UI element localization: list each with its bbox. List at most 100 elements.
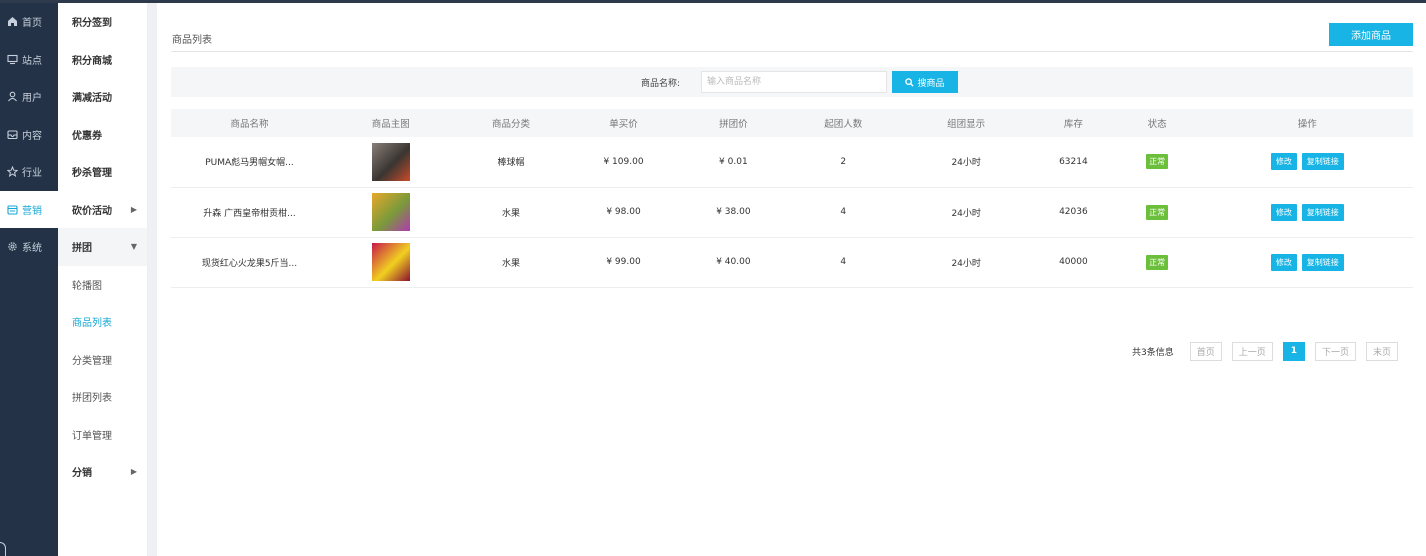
product-name: 现货红心火龙果5斤当... [201, 258, 298, 269]
single-price: ¥ 98.00 [606, 207, 641, 217]
group-display: 24小时 [951, 158, 981, 169]
nav-user[interactable]: 用户 [0, 78, 58, 116]
column-header: 单买价 [609, 119, 638, 130]
copy-link-button[interactable]: 复制链接 [1301, 203, 1344, 221]
submenu-item[interactable]: 轮播图 [58, 266, 147, 304]
submenu-label: 分销 [72, 468, 92, 480]
stock: 63214 [1059, 156, 1088, 167]
submenu-item[interactable]: 商品列表 [58, 303, 147, 341]
group-display: 24小时 [951, 208, 981, 219]
submenu-item[interactable]: 订单管理 [58, 416, 147, 454]
submenu-item[interactable]: 秒杀管理 [58, 153, 147, 191]
product-thumbnail[interactable] [371, 193, 410, 231]
min-group-size: 4 [840, 207, 847, 217]
nav-label: 营销 [22, 205, 42, 217]
submenu-item[interactable]: 分类管理 [58, 341, 147, 379]
column-header: 商品名称 [230, 119, 269, 130]
current-page-button[interactable]: 1 [1282, 341, 1306, 361]
add-product-button[interactable]: 添加商品 [1329, 23, 1413, 46]
group-price: ¥ 38.00 [716, 207, 751, 217]
column-header: 状态 [1147, 119, 1167, 130]
status-badge: 正常 [1146, 204, 1169, 220]
submenu-label: 拼团列表 [72, 393, 112, 405]
caret-down-icon: ▼ [130, 242, 137, 252]
caret-right-icon: ▶ [130, 467, 137, 477]
gear-icon [7, 241, 18, 252]
sidebar-collapse-handle[interactable] [0, 542, 6, 556]
copy-link-button[interactable]: 复制链接 [1301, 253, 1344, 271]
product-thumbnail[interactable] [371, 142, 410, 181]
column-header: 库存 [1063, 119, 1083, 130]
submenu-label: 砍价活动 [72, 205, 112, 217]
column-header: 拼团价 [719, 119, 748, 130]
primary-sidebar: 首页站点用户 内容行业营销系统 [0, 3, 58, 556]
column-header: 操作 [1297, 119, 1317, 130]
home-icon [7, 16, 18, 27]
status-badge: 正常 [1146, 154, 1169, 170]
nav-gear[interactable]: 系统 [0, 228, 58, 266]
table-row: 升森 广西皇帝柑贡柑... 水果 ¥ 98.00 ¥ 38.00 4 24小时 42036 正… [171, 187, 1413, 237]
submenu-label: 积分签到 [72, 18, 112, 30]
column-header: 起团人数 [824, 119, 863, 130]
submenu-item[interactable]: 分销 ▶ [58, 453, 147, 491]
calendar-icon [7, 204, 18, 215]
first-page-button[interactable]: 首页 [1189, 341, 1222, 361]
edit-button[interactable]: 修改 [1270, 203, 1297, 221]
nav-home[interactable]: 首页 [0, 3, 58, 41]
table-row: 现货红心火龙果5斤当... 水果 ¥ 99.00 ¥ 40.00 4 24小时 40000 正… [171, 237, 1413, 287]
inbox-icon [7, 129, 18, 140]
single-price: ¥ 109.00 [603, 156, 644, 167]
table-row: PUMA彪马男帽女帽... 棒球帽 ¥ 109.00 ¥ 0.01 2 24小时 63214… [171, 137, 1413, 187]
edit-button[interactable]: 修改 [1270, 153, 1297, 171]
min-group-size: 2 [840, 156, 847, 167]
submenu-item[interactable]: 积分签到 [58, 3, 147, 41]
column-header: 商品分类 [492, 119, 531, 130]
submenu-item[interactable]: 拼团 ▼ [58, 228, 147, 266]
nav-label: 站点 [22, 55, 42, 67]
submenu-label: 分类管理 [72, 355, 112, 367]
search-label: 商品名称: [641, 79, 681, 89]
product-category: 棒球帽 [497, 158, 525, 169]
product-name: PUMA彪马男帽女帽... [205, 158, 294, 169]
nav-star[interactable]: 行业 [0, 153, 58, 191]
group-price: ¥ 40.00 [716, 257, 751, 267]
nav-label: 首页 [22, 18, 42, 30]
nav-label: 行业 [22, 168, 42, 180]
single-price: ¥ 99.00 [606, 257, 641, 267]
nav-label: 系统 [22, 243, 42, 255]
search-button[interactable]: 搜商品 [892, 71, 958, 93]
copy-link-button[interactable]: 复制链接 [1301, 153, 1344, 171]
caret-right-icon: ▶ [130, 204, 137, 214]
status-badge: 正常 [1146, 254, 1169, 270]
product-category: 水果 [502, 258, 521, 269]
last-page-button[interactable]: 末页 [1366, 341, 1399, 361]
nav-monitor[interactable]: 站点 [0, 41, 58, 79]
submenu-item[interactable]: 砍价活动 ▶ [58, 191, 147, 229]
submenu-item[interactable]: 拼团列表 [58, 378, 147, 416]
star-icon [7, 166, 18, 178]
next-page-button[interactable]: 下一页 [1315, 341, 1357, 361]
submenu-label: 积分商城 [72, 55, 112, 67]
submenu-label: 优惠券 [72, 130, 102, 142]
column-header: 组团显示 [947, 119, 986, 130]
search-icon [905, 77, 915, 87]
user-icon [7, 91, 18, 102]
search-bar: 商品名称: 搜商品 [171, 67, 1413, 97]
table-header-row: 商品名称 商品主图 商品分类 单买价 拼团价 起团人数 组团显示 库存 状态 操作 [171, 109, 1413, 137]
pagination: 共3条信息 首页 上一页 1 下一页 末页 [1132, 341, 1408, 361]
stock: 42036 [1059, 207, 1088, 217]
edit-button[interactable]: 修改 [1270, 253, 1297, 271]
nav-calendar[interactable]: 营销 [0, 190, 58, 228]
search-input[interactable] [701, 71, 887, 93]
submenu-item[interactable]: 优惠券 [58, 116, 147, 154]
nav-inbox[interactable]: 内容 [0, 116, 58, 154]
submenu-item[interactable]: 满减活动 [58, 78, 147, 116]
product-category: 水果 [502, 208, 521, 219]
product-thumbnail[interactable] [371, 243, 410, 281]
submenu-item[interactable]: 积分商城 [58, 41, 147, 79]
prev-page-button[interactable]: 上一页 [1231, 341, 1273, 361]
submenu-label: 轮播图 [72, 280, 102, 292]
product-name: 升森 广西皇帝柑贡柑... [203, 208, 296, 219]
title-divider [171, 51, 1413, 52]
submenu-label: 订单管理 [72, 430, 112, 442]
